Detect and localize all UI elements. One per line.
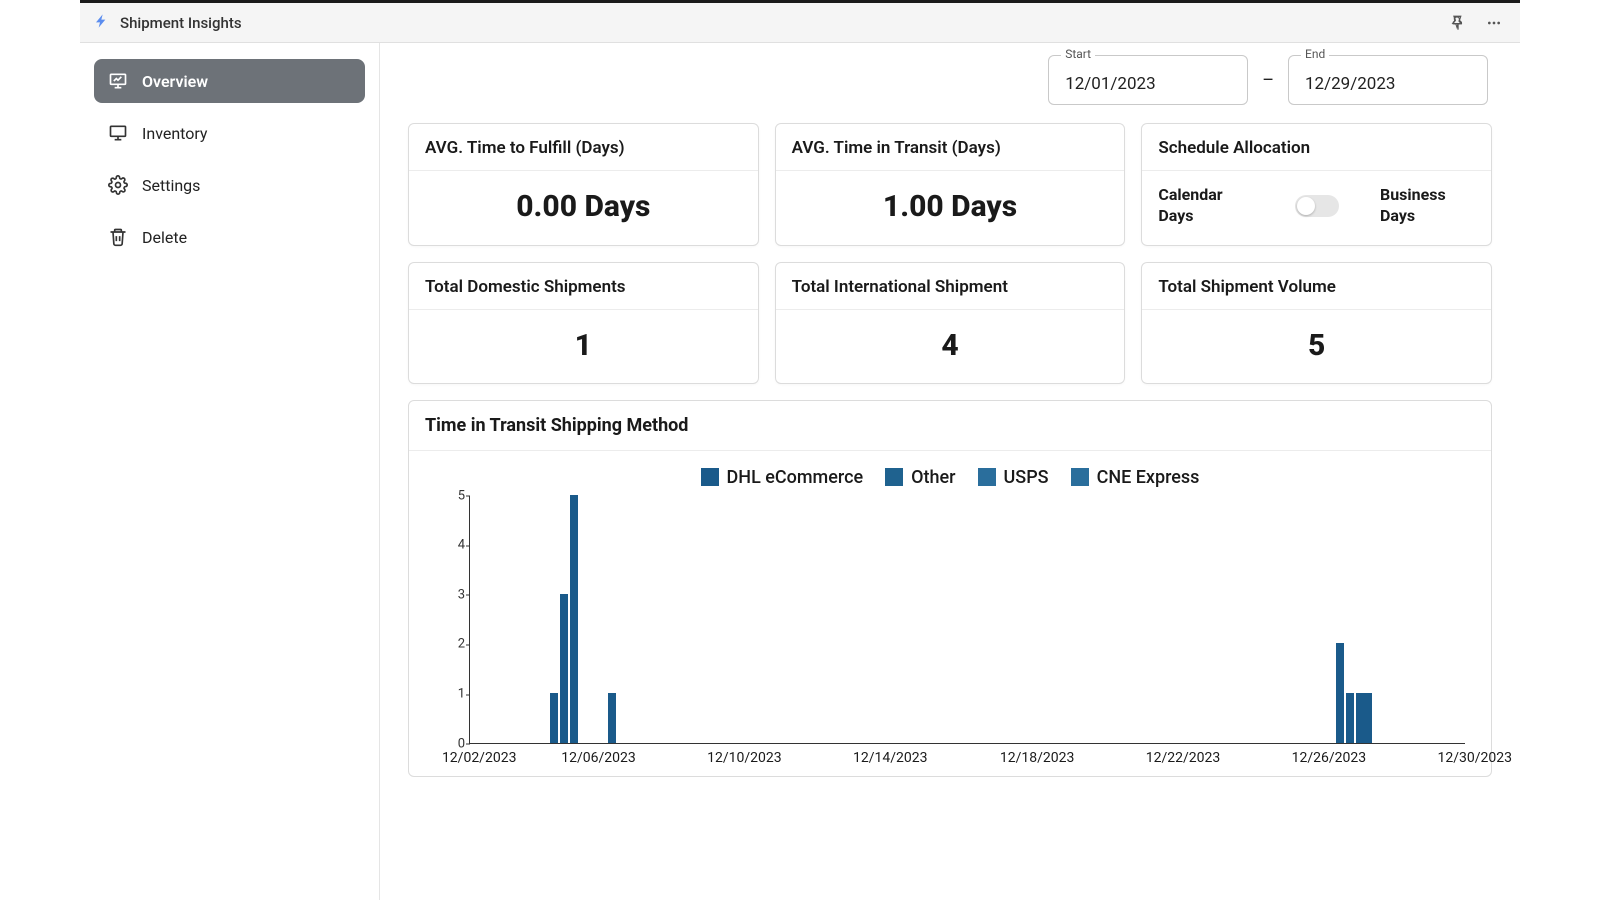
chart-y-tick: 2 <box>458 637 465 652</box>
chart-bar <box>560 594 568 743</box>
legend-item[interactable]: USPS <box>978 467 1049 488</box>
chart-bar <box>1356 693 1364 743</box>
sidebar-item-inventory[interactable]: Inventory <box>94 111 365 155</box>
start-date-label: Start <box>1061 47 1095 61</box>
date-range-row: Start 12/01/2023 – End 12/29/2023 <box>408 55 1492 105</box>
metric-value: 4 <box>788 328 1113 363</box>
chart-bar <box>1336 643 1344 742</box>
trash-icon <box>108 227 128 247</box>
chart-x-axis: 12/02/2023 12/06/2023 12/10/2023 12/14/2023… <box>445 746 1465 766</box>
sidebar-item-label: Overview <box>142 72 208 91</box>
chart-x-tick: 12/14/2023 <box>853 750 928 766</box>
top-bar: Shipment Insights <box>80 3 1520 43</box>
chart-title: Time in Transit Shipping Method <box>409 401 1491 451</box>
chart-y-tick: 1 <box>458 687 465 702</box>
sidebar-item-label: Settings <box>142 176 200 195</box>
chart-x-tick: 12/18/2023 <box>1000 750 1075 766</box>
metric-title: Total International Shipment <box>776 263 1125 310</box>
metric-volume: Total Shipment Volume 5 <box>1141 262 1492 384</box>
chart-x-tick: 12/22/2023 <box>1146 750 1221 766</box>
sidebar-item-delete[interactable]: Delete <box>94 215 365 259</box>
end-date-input[interactable]: End 12/29/2023 <box>1288 55 1488 105</box>
legend-item[interactable]: CNE Express <box>1071 467 1200 488</box>
chart-legend: DHL eCommerce Other USPS CNE Express <box>427 467 1473 488</box>
metric-avg-fulfill: AVG. Time to Fulfill (Days) 0.00 Days <box>408 123 759 246</box>
end-date-value: 12/29/2023 <box>1305 74 1471 94</box>
metric-title: AVG. Time to Fulfill (Days) <box>409 124 758 171</box>
chart-y-axis: 012345 <box>445 496 465 744</box>
schedule-business-label: Business Days <box>1380 185 1475 227</box>
chart-x-tick: 12/10/2023 <box>707 750 782 766</box>
chart-bar <box>550 693 558 743</box>
chart-x-tick: 12/30/2023 <box>1437 750 1512 766</box>
chart-bar <box>608 693 616 743</box>
schedule-calendar-label: Calendar Days <box>1158 185 1253 227</box>
chart-y-tick: 5 <box>458 488 465 503</box>
legend-label: USPS <box>1004 467 1049 488</box>
metric-title: Total Shipment Volume <box>1142 263 1491 310</box>
legend-swatch-icon <box>885 468 903 486</box>
legend-item[interactable]: Other <box>885 467 955 488</box>
sidebar-item-settings[interactable]: Settings <box>94 163 365 207</box>
legend-item[interactable]: DHL eCommerce <box>701 467 864 488</box>
chart-x-tick: 12/26/2023 <box>1292 750 1367 766</box>
app-title: Shipment Insights <box>120 14 242 32</box>
more-button[interactable] <box>1482 11 1506 35</box>
gear-icon <box>108 175 128 195</box>
sidebar-item-overview[interactable]: Overview <box>94 59 365 103</box>
presentation-chart-icon <box>108 71 128 91</box>
chart-bar <box>1346 693 1354 743</box>
metric-value: 1.00 Days <box>788 189 1113 224</box>
pin-button[interactable] <box>1446 11 1470 35</box>
metric-title: Total Domestic Shipments <box>409 263 758 310</box>
chart-bar <box>570 495 578 743</box>
chart-y-tick: 4 <box>458 538 465 553</box>
metric-international: Total International Shipment 4 <box>775 262 1126 384</box>
toggle-knob <box>1297 197 1315 215</box>
chart-area: 012345 12/02/202312/06/202312/10/202312/… <box>445 496 1465 766</box>
legend-label: Other <box>911 467 955 488</box>
main-content: Start 12/01/2023 – End 12/29/2023 AVG. T… <box>380 43 1520 900</box>
chart-x-tick: 12/02/2023 <box>442 750 517 766</box>
chart-bar <box>1364 693 1372 743</box>
chart-card: Time in Transit Shipping Method DHL eCom… <box>408 400 1492 777</box>
start-date-input[interactable]: Start 12/01/2023 <box>1048 55 1248 105</box>
bolt-icon <box>94 13 110 33</box>
metric-title: AVG. Time in Transit (Days) <box>776 124 1125 171</box>
sidebar: Overview Inventory Settings Delete <box>80 43 380 900</box>
monitor-icon <box>108 123 128 143</box>
metric-value: 1 <box>421 328 746 363</box>
legend-label: CNE Express <box>1097 467 1200 488</box>
metric-domestic: Total Domestic Shipments 1 <box>408 262 759 384</box>
legend-swatch-icon <box>1071 468 1089 486</box>
sidebar-item-label: Delete <box>142 228 187 247</box>
metric-avg-transit: AVG. Time in Transit (Days) 1.00 Days <box>775 123 1126 246</box>
legend-swatch-icon <box>978 468 996 486</box>
metric-value: 5 <box>1154 328 1479 363</box>
start-date-value: 12/01/2023 <box>1065 74 1231 94</box>
chart-y-tick: 3 <box>458 587 465 602</box>
sidebar-item-label: Inventory <box>142 124 208 143</box>
end-date-label: End <box>1301 47 1329 61</box>
metric-value: 0.00 Days <box>421 189 746 224</box>
legend-label: DHL eCommerce <box>727 467 864 488</box>
metric-title: Schedule Allocation <box>1142 124 1491 171</box>
schedule-allocation-card: Schedule Allocation Calendar Days Busine… <box>1141 123 1492 246</box>
schedule-toggle[interactable] <box>1295 195 1339 217</box>
date-range-dash: – <box>1262 70 1274 91</box>
legend-swatch-icon <box>701 468 719 486</box>
chart-x-tick: 12/06/2023 <box>561 750 636 766</box>
chart-plot <box>469 496 1465 744</box>
